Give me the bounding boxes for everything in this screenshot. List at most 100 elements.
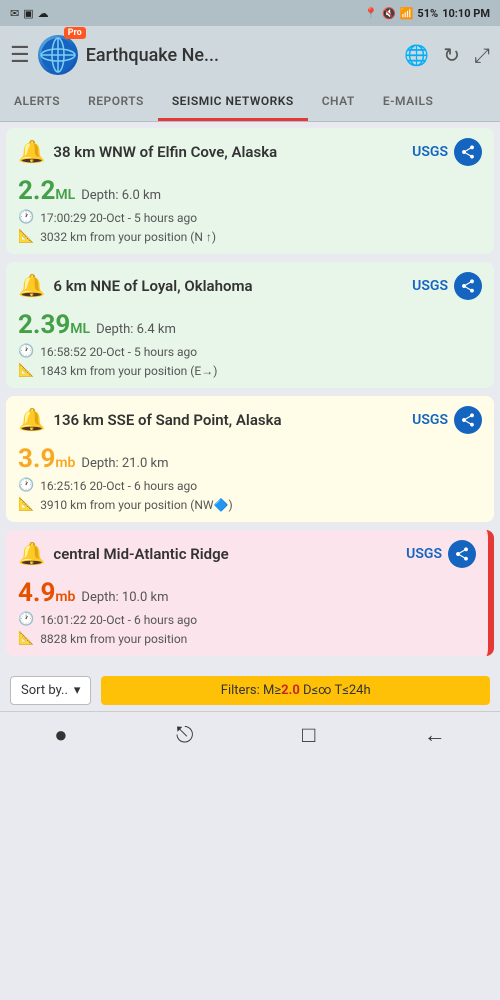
menu-button[interactable]: ☰ <box>10 43 30 68</box>
eq-magnitude: 3.9 <box>18 444 55 474</box>
tab-reports[interactable]: REPORTS <box>74 84 158 121</box>
eq-time: 17:00:29 20-Oct - 5 hours ago <box>40 211 197 225</box>
eq-location: 38 km WNW of Elfin Cove, Alaska <box>53 143 277 161</box>
eq-time: 16:01:22 20-Oct - 6 hours ago <box>40 613 197 627</box>
filter-rest: D≤∞ T≤24h <box>300 683 371 698</box>
globe-icon[interactable]: 🌐 <box>404 43 429 67</box>
compass-icon: 📐 <box>18 631 34 646</box>
eq-time-row: 🕐 16:01:22 20-Oct - 6 hours ago <box>18 612 476 627</box>
filter-text: Filters: M≥ <box>221 683 281 698</box>
earthquake-icon: 🔔 <box>18 542 45 567</box>
eq-distance-row: 📐 1843 km from your position (E→) <box>18 363 482 378</box>
tab-bar: ALERTS REPORTS SEISMIC NETWORKS CHAT E-M… <box>0 84 500 122</box>
tab-emails[interactable]: E-MAILS <box>369 84 448 121</box>
sort-chevron-icon: ▾ <box>74 683 81 698</box>
app-logo-container: Pro <box>38 35 78 75</box>
earthquake-icon: 🔔 <box>18 140 45 165</box>
eq-header-left: 🔔 central Mid-Atlantic Ridge <box>18 542 229 567</box>
earthquake-card: 🔔 central Mid-Atlantic Ridge USGS 4.9mbD… <box>6 530 494 656</box>
eq-header-right: USGS <box>406 540 476 568</box>
eq-card-body: 2.39ML Depth: 6.4 km 🕐 16:58:52 20-Oct - … <box>6 306 494 388</box>
earthquake-card: 🔔 38 km WNW of Elfin Cove, Alaska USGS 2… <box>6 128 494 254</box>
compass-icon: 📐 <box>18 497 34 512</box>
source-label: USGS <box>406 546 442 562</box>
tab-seismic-networks[interactable]: SEISMIC NETWORKS <box>158 84 308 121</box>
eq-header-right: USGS <box>412 138 482 166</box>
app-logo <box>38 35 78 75</box>
eq-distance: 8828 km from your position <box>40 632 187 646</box>
eq-header-left: 🔔 38 km WNW of Elfin Cove, Alaska <box>18 140 277 165</box>
nav-bar: ● ⎋ □ ← <box>0 711 500 762</box>
eq-depth: Depth: 21.0 km <box>81 456 168 471</box>
share-button[interactable] <box>454 406 482 434</box>
bottom-bar: Sort by.. ▾ Filters: M≥2.0 D≤∞ T≤24h <box>0 670 500 711</box>
mute-icon: 🔇 <box>382 7 396 20</box>
wifi-icon: 📶 <box>400 7 414 20</box>
sort-button[interactable]: Sort by.. ▾ <box>10 676 91 705</box>
earthquake-card: 🔔 136 km SSE of Sand Point, Alaska USGS … <box>6 396 494 522</box>
eq-mag-type: mb <box>55 589 75 605</box>
location-icon: 📍 <box>364 7 378 20</box>
source-label: USGS <box>412 144 448 160</box>
share-button[interactable] <box>454 272 482 300</box>
eq-time: 16:25:16 20-Oct - 6 hours ago <box>40 479 197 493</box>
clock-icon: 🕐 <box>18 612 34 627</box>
eq-mag-type: ML <box>70 321 90 337</box>
expand-icon[interactable]: ⤢ <box>474 43 490 67</box>
eq-header-left: 🔔 6 km NNE of Loyal, Oklahoma <box>18 274 253 299</box>
status-bar: ✉ ▣ ☁ 📍 🔇 📶 51% 10:10 PM <box>0 0 500 26</box>
eq-distance: 1843 km from your position (E→) <box>40 364 217 378</box>
eq-card-body: 4.9mbDepth: 10.0 km 🕐 16:01:22 20-Oct - … <box>6 574 488 656</box>
filter-magnitude: 2.0 <box>281 683 300 698</box>
source-label: USGS <box>412 278 448 294</box>
grid-icon: ▣ <box>23 7 33 20</box>
eq-depth: Depth: 6.4 km <box>96 322 176 337</box>
eq-header-right: USGS <box>412 406 482 434</box>
eq-card-body: 3.9mb Depth: 21.0 km 🕐 16:25:16 20-Oct - … <box>6 440 494 522</box>
eq-location: 6 km NNE of Loyal, Oklahoma <box>53 277 252 295</box>
compass-icon: 📐 <box>18 229 34 244</box>
eq-location: 136 km SSE of Sand Point, Alaska <box>53 411 281 429</box>
eq-card-header: 🔔 central Mid-Atlantic Ridge USGS <box>6 530 488 574</box>
cloud-icon: ☁ <box>38 7 49 20</box>
time-display: 10:10 PM <box>442 7 490 20</box>
share-button[interactable] <box>448 540 476 568</box>
eq-magnitude: 2.39 <box>18 310 70 340</box>
nav-home-icon[interactable]: ● <box>54 722 67 748</box>
clock-icon: 🕐 <box>18 478 34 493</box>
mail-icon: ✉ <box>10 7 19 20</box>
eq-distance-row: 📐 3910 km from your position (NW🔷) <box>18 497 482 512</box>
source-label: USGS <box>412 412 448 428</box>
eq-time-row: 🕐 17:00:29 20-Oct - 5 hours ago <box>18 210 482 225</box>
nav-overview-icon[interactable]: □ <box>302 722 315 748</box>
clock-icon: 🕐 <box>18 210 34 225</box>
eq-header-left: 🔔 136 km SSE of Sand Point, Alaska <box>18 408 282 433</box>
eq-time: 16:58:52 20-Oct - 5 hours ago <box>40 345 197 359</box>
eq-card-header: 🔔 38 km WNW of Elfin Cove, Alaska USGS <box>6 128 494 172</box>
share-button[interactable] <box>454 138 482 166</box>
eq-card-header: 🔔 136 km SSE of Sand Point, Alaska USGS <box>6 396 494 440</box>
eq-mag-type: ML <box>55 187 75 203</box>
eq-time-row: 🕐 16:25:16 20-Oct - 6 hours ago <box>18 478 482 493</box>
eq-header-right: USGS <box>412 272 482 300</box>
status-right: 📍 🔇 📶 51% 10:10 PM <box>364 7 490 20</box>
clock-icon: 🕐 <box>18 344 34 359</box>
eq-magnitude: 2.2 <box>18 176 55 206</box>
header-icons: 🌐 ↻ ⤢ <box>404 43 490 67</box>
filter-bar: Filters: M≥2.0 D≤∞ T≤24h <box>101 676 490 705</box>
refresh-icon[interactable]: ↻ <box>443 43 460 67</box>
app-title: Earthquake Ne... <box>86 45 397 66</box>
nav-back-icon[interactable]: ← <box>424 722 446 748</box>
tab-alerts[interactable]: ALERTS <box>0 84 74 121</box>
eq-card-header: 🔔 6 km NNE of Loyal, Oklahoma USGS <box>6 262 494 306</box>
tab-chat[interactable]: CHAT <box>308 84 369 121</box>
eq-mag-type: mb <box>55 455 75 471</box>
pro-badge: Pro <box>64 27 86 39</box>
eq-depth: Depth: 6.0 km <box>81 188 161 203</box>
nav-recents-icon[interactable]: ⎋ <box>176 723 193 748</box>
status-left: ✉ ▣ ☁ <box>10 7 49 20</box>
sort-label: Sort by.. <box>21 683 68 698</box>
battery-level: 51% <box>417 7 438 20</box>
eq-time-row: 🕐 16:58:52 20-Oct - 5 hours ago <box>18 344 482 359</box>
eq-distance-row: 📐 8828 km from your position <box>18 631 476 646</box>
